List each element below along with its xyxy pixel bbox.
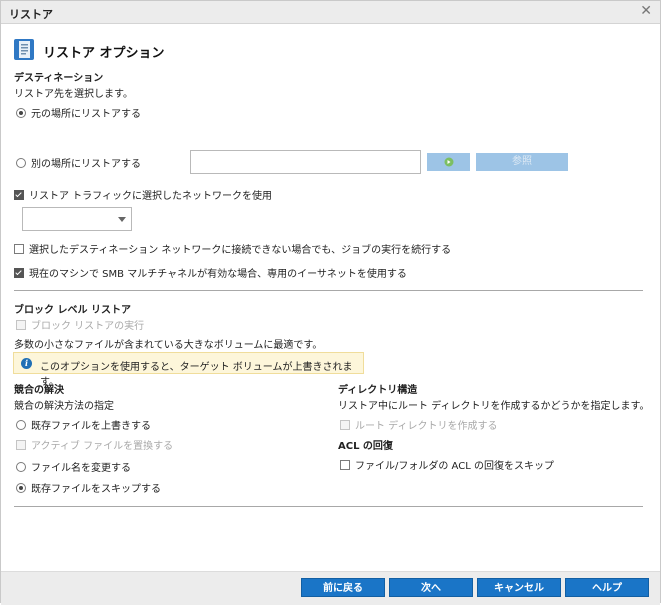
- radio-skip-existing[interactable]: 既存ファイルをスキップする: [16, 480, 161, 495]
- radio-label: 既存ファイルを上書きする: [31, 421, 151, 432]
- divider: [14, 506, 643, 507]
- directory-subtitle: リストア中にルート ディレクトリを作成するかどうかを指定します。: [338, 401, 650, 412]
- radio-rename-files[interactable]: ファイル名を変更する: [16, 459, 131, 474]
- checkbox-label: リストア トラフィックに選択したネットワークを使用: [29, 191, 272, 202]
- checkbox[interactable]: [16, 319, 26, 330]
- warning-note: i このオプションを使用すると、ターゲット ボリュームが上書きされます。: [13, 352, 364, 388]
- radio-button[interactable]: [16, 419, 26, 430]
- dialog-titlebar: リストア ✕: [1, 1, 660, 24]
- checkbox[interactable]: [14, 189, 24, 200]
- browse-button[interactable]: 参照: [476, 153, 568, 171]
- warning-text: このオプションを使用すると、ターゲット ボリュームが上書きされます。: [40, 362, 353, 388]
- info-icon: i: [21, 358, 32, 369]
- checkbox-label: 選択したデスティネーション ネットワークに接続できない場合でも、ジョブの実行を続…: [29, 245, 452, 256]
- dialog-title: リストア: [9, 8, 53, 21]
- radio-button[interactable]: [16, 461, 26, 472]
- directory-heading: ディレクトリ構造: [338, 385, 418, 396]
- checkbox-label: 現在のマシンで SMB マルチチャネルが有効な場合、専用のイーサネットを使用する: [29, 269, 407, 280]
- radio-label: 別の場所にリストアする: [31, 159, 141, 170]
- radio-label: 既存ファイルをスキップする: [31, 484, 161, 495]
- radio-overwrite-existing[interactable]: 既存ファイルを上書きする: [16, 417, 151, 432]
- acl-heading: ACL の回復: [338, 441, 393, 452]
- checkbox-create-root[interactable]: ルート ディレクトリを作成する: [340, 417, 497, 432]
- location-path-input[interactable]: [190, 150, 421, 174]
- block-level-description: 多数の小さなファイルが含まれている大きなボリュームに最適です。: [14, 340, 323, 351]
- checkbox[interactable]: [16, 439, 26, 450]
- chevron-down-icon: [118, 217, 126, 222]
- conflict-heading: 競合の解決: [14, 385, 64, 396]
- checkbox-network-traffic[interactable]: リストア トラフィックに選択したネットワークを使用: [14, 187, 272, 202]
- help-button[interactable]: ヘルプ: [565, 578, 649, 597]
- checkbox[interactable]: [14, 267, 24, 278]
- block-level-heading: ブロック レベル リストア: [14, 305, 131, 316]
- checkbox[interactable]: [14, 243, 24, 254]
- destination-heading: デスティネーション: [14, 73, 104, 84]
- checkbox-label: アクティブ ファイルを置換する: [31, 441, 174, 452]
- radio-button[interactable]: [16, 482, 26, 493]
- checkbox[interactable]: [340, 459, 350, 470]
- radio-button[interactable]: [16, 107, 26, 118]
- radio-label: 元の場所にリストアする: [31, 109, 141, 120]
- conflict-subtitle: 競合の解決方法の指定: [14, 401, 114, 412]
- checkbox-continue-if-unreachable[interactable]: 選択したデスティネーション ネットワークに接続できない場合でも、ジョブの実行を続…: [14, 241, 451, 256]
- checkbox-smb-multichannel[interactable]: 現在のマシンで SMB マルチチャネルが有効な場合、専用のイーサネットを使用する: [14, 265, 407, 280]
- radio-button[interactable]: [16, 157, 26, 168]
- restore-options-icon: [14, 39, 34, 60]
- green-arrow-button[interactable]: [427, 153, 470, 171]
- divider: [14, 290, 643, 291]
- back-button[interactable]: 前に戻る: [301, 578, 385, 597]
- checkbox-label: ファイル/フォルダの ACL の回復をスキップ: [355, 461, 554, 472]
- checkbox-label: ルート ディレクトリを作成する: [355, 421, 498, 432]
- network-select[interactable]: [22, 207, 132, 231]
- checkbox[interactable]: [340, 419, 350, 430]
- checkbox-skip-acl[interactable]: ファイル/フォルダの ACL の回復をスキップ: [340, 457, 554, 472]
- close-icon[interactable]: ✕: [640, 3, 652, 19]
- restore-dialog: リストア ✕ リストア オプション デスティネーション リストア先を選択します。…: [0, 0, 661, 605]
- checkbox-block-restore[interactable]: ブロック リストアの実行: [16, 317, 144, 332]
- next-button[interactable]: 次へ: [389, 578, 473, 597]
- radio-label: ファイル名を変更する: [31, 463, 131, 474]
- radio-original-location[interactable]: 元の場所にリストアする: [16, 105, 141, 120]
- dialog-footer: 前に戻る 次へ キャンセル ヘルプ: [1, 571, 660, 605]
- checkbox-label: ブロック リストアの実行: [31, 321, 145, 332]
- cancel-button[interactable]: キャンセル: [477, 578, 561, 597]
- radio-other-location[interactable]: 別の場所にリストアする: [16, 155, 141, 170]
- checkbox-replace-active[interactable]: アクティブ ファイルを置換する: [16, 437, 173, 452]
- page-title: リストア オプション: [43, 46, 165, 61]
- destination-subtitle: リストア先を選択します。: [14, 89, 133, 100]
- arrow-right-icon: [444, 157, 453, 167]
